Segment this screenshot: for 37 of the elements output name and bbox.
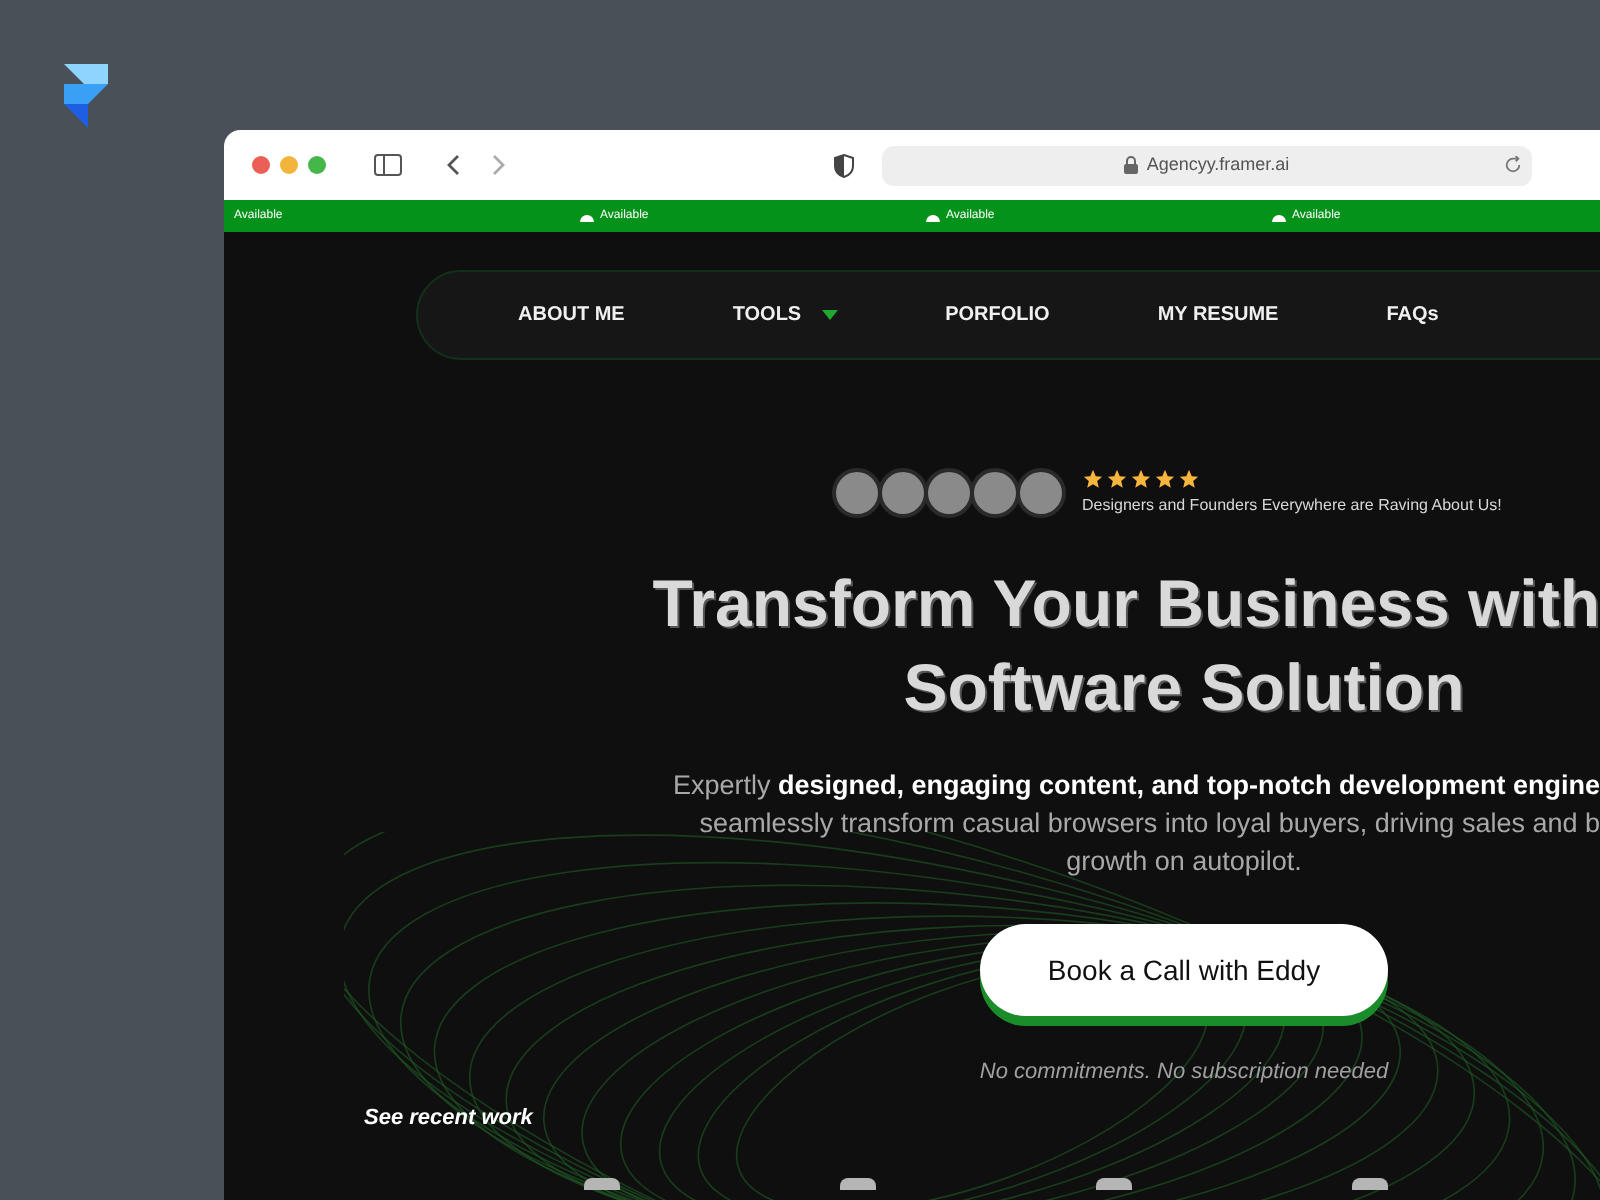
back-icon[interactable] (446, 154, 460, 176)
intro-text: seamlessly transform casual browsers into loyal buyers, driving sales and b (699, 806, 1600, 842)
rating-text: Designers and Founders Everywhere are Raving About Us! (1082, 494, 1502, 518)
headline: Transform Your Business with (652, 564, 1600, 644)
star-icon (1178, 468, 1200, 490)
client-logo-icon (1352, 1178, 1388, 1190)
star-icon (1106, 468, 1128, 490)
avatar (970, 468, 1020, 518)
avatar (924, 468, 974, 518)
star-icon (1130, 468, 1152, 490)
forward-icon[interactable] (492, 154, 506, 176)
client-logo-icon (1096, 1178, 1132, 1190)
section-label: See recent work (364, 1103, 536, 1133)
headline: Software Solution (903, 648, 1465, 728)
url-text: Agencyy.framer.ai (1146, 151, 1290, 178)
client-logo-icon (840, 1178, 876, 1190)
avatar (1016, 468, 1066, 518)
avatar (832, 468, 882, 518)
sidebar-icon[interactable] (374, 154, 402, 176)
book-call-button[interactable]: Book a Call with Eddy (980, 924, 1388, 1016)
framer-logo-icon (60, 60, 112, 132)
lock-icon (1124, 156, 1139, 174)
nav-link[interactable]: PORFOLIO (945, 300, 1050, 330)
no-commitment-note: No commitments. No subscription needed (979, 1058, 1389, 1088)
reload-icon[interactable] (1504, 156, 1522, 174)
shield-icon[interactable] (834, 153, 854, 177)
intro-text: growth on autopilot. (1066, 844, 1302, 880)
nav-link[interactable]: ABOUT ME (518, 300, 625, 330)
nav-link[interactable]: TOOLS (732, 300, 838, 330)
star-icon (1154, 468, 1176, 490)
intro-text: Expertly designed, engaging content, and top-notch development engine (672, 768, 1600, 804)
star-icon (1082, 468, 1104, 490)
address-bar[interactable]: Agencyy.framer.ai (882, 145, 1532, 185)
avatar (878, 468, 928, 518)
client-logo-icon (584, 1178, 620, 1190)
nav-link[interactable]: FAQs (1386, 300, 1439, 330)
nav-link[interactable]: MY RESUME (1157, 300, 1279, 330)
